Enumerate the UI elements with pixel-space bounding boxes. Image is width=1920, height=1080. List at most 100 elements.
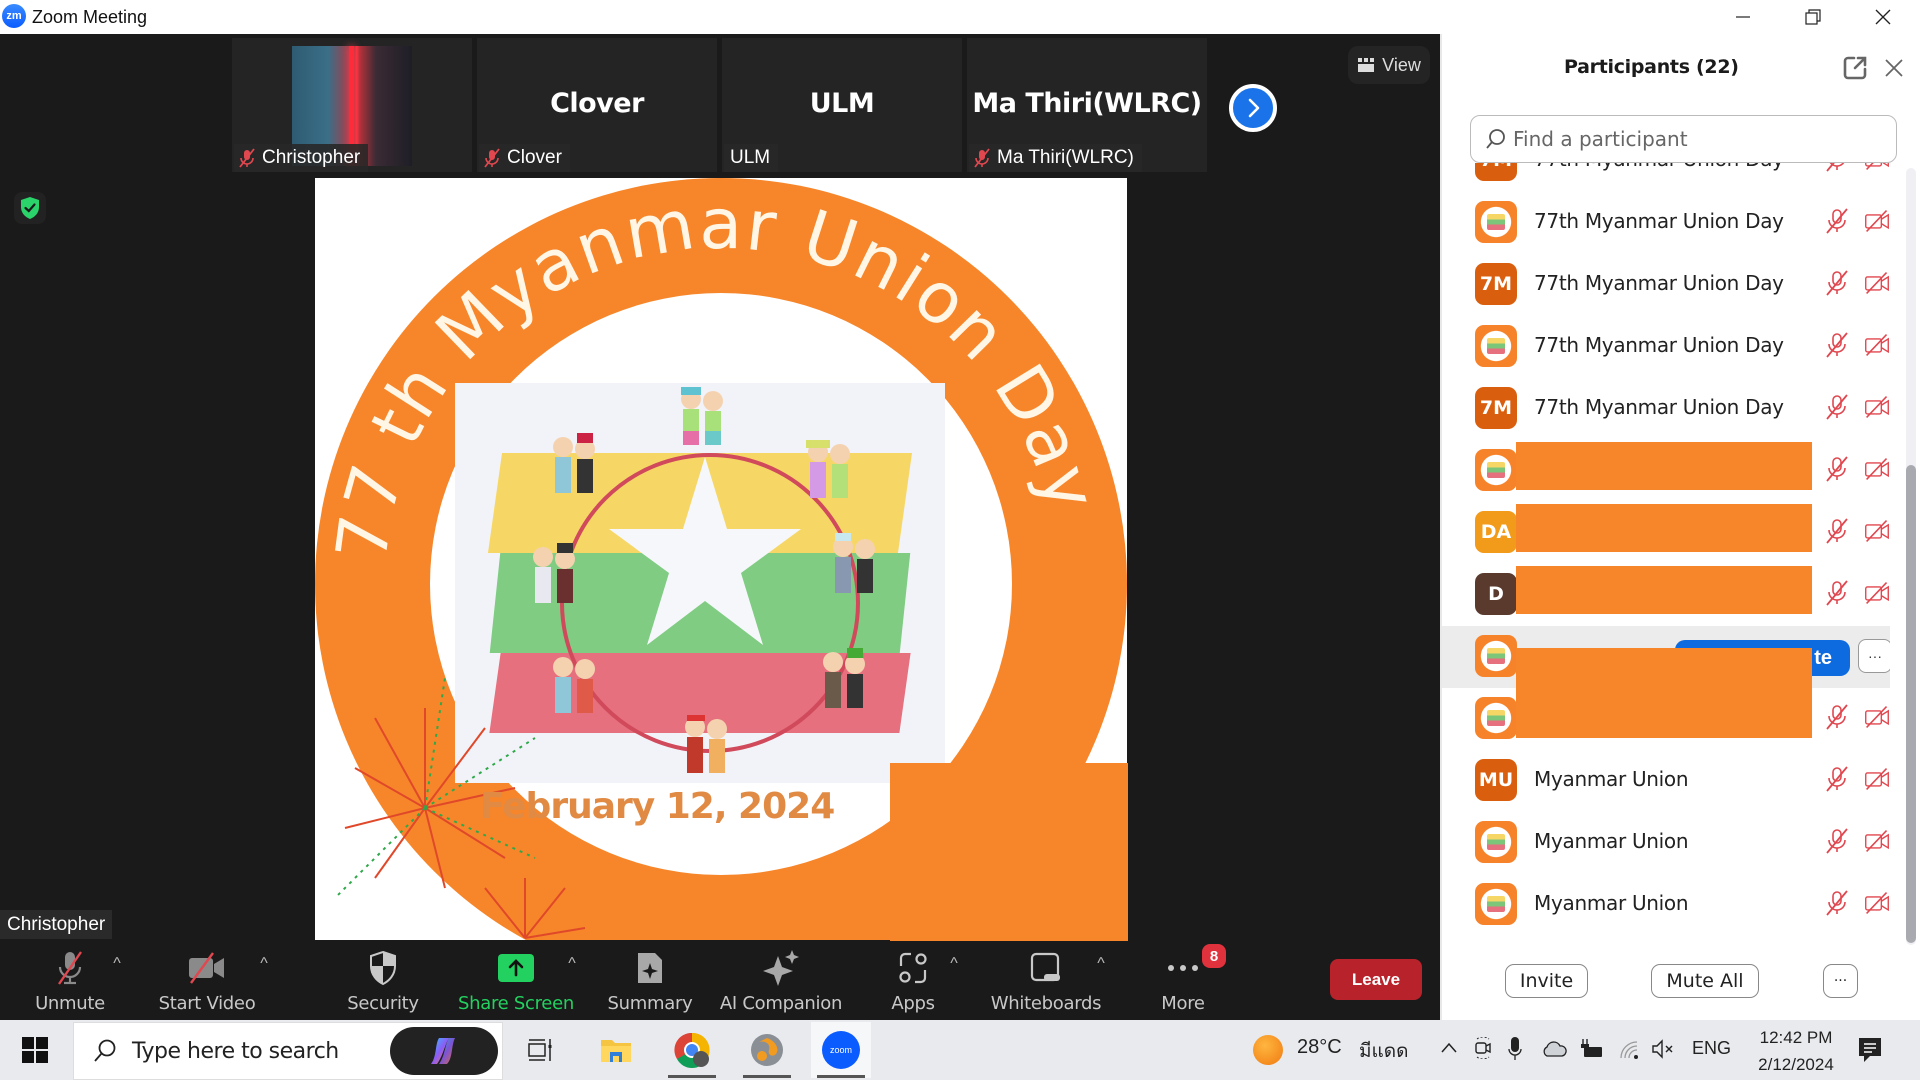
video-tile-clover[interactable]: Clover Clover (477, 38, 717, 172)
next-page-button[interactable] (1229, 84, 1277, 132)
volume-muted-icon[interactable] (1651, 1038, 1675, 1060)
taskbar-globe-app[interactable] (737, 1022, 797, 1078)
share-options-caret[interactable]: ^ (562, 955, 582, 975)
invite-button[interactable]: Invite (1505, 964, 1588, 998)
mic-muted-icon[interactable] (1824, 703, 1850, 731)
participant-row[interactable]: Myanmar Union (1442, 812, 1890, 874)
svg-text:77 th Myanmar Union Day: 77 th Myanmar Union Day (320, 183, 1113, 565)
taskbar-zoom[interactable]: zoom (811, 1022, 871, 1078)
windows-start-icon[interactable] (20, 1035, 50, 1065)
participant-status-icons (1824, 269, 1890, 297)
popout-icon[interactable] (1842, 55, 1868, 81)
participant-search[interactable] (1470, 115, 1897, 163)
encryption-badge[interactable] (14, 192, 46, 224)
mic-muted-icon[interactable] (1824, 765, 1850, 793)
ai-companion-button[interactable]: AI Companion (711, 945, 851, 1020)
video-off-icon[interactable] (1864, 579, 1890, 607)
taskbar-chrome[interactable] (662, 1022, 722, 1078)
whiteboards-options-caret[interactable]: ^ (1091, 955, 1111, 975)
participant-row[interactable] (1442, 688, 1890, 750)
redacted-name (1516, 442, 1812, 490)
onedrive-icon[interactable] (1541, 1040, 1567, 1058)
system-clock[interactable]: 12:42 PM 2/12/2024 (1752, 1024, 1840, 1078)
view-button[interactable]: View (1348, 46, 1430, 84)
mic-muted-icon[interactable] (1824, 579, 1850, 607)
participant-row[interactable]: Myanmar Union (1442, 874, 1890, 936)
copilot-button[interactable] (390, 1027, 498, 1075)
video-off-icon[interactable] (1864, 889, 1890, 917)
mic-muted-icon[interactable] (1824, 393, 1850, 421)
weather-temp[interactable]: 28°C (1297, 1036, 1342, 1059)
participant-name: Myanmar Union (1534, 829, 1689, 853)
mute-all-button[interactable]: Mute All (1651, 964, 1759, 998)
participant-avatar-logo (1475, 697, 1517, 739)
participant-name: Ma Thiri(WLRC) (997, 147, 1134, 168)
participant-row[interactable]: 77th Myanmar Union Day (1442, 316, 1890, 378)
mic-muted-icon[interactable] (1824, 889, 1850, 917)
participant-name: Christopher (262, 147, 361, 168)
mic-muted-icon[interactable] (1824, 827, 1850, 855)
input-language[interactable]: ENG (1692, 1038, 1731, 1059)
more-button[interactable]: More (1113, 945, 1253, 1020)
participant-row[interactable]: DA (1442, 502, 1890, 564)
camera-tray-icon[interactable] (1473, 1037, 1493, 1059)
participant-avatar-logo (1475, 325, 1517, 367)
mic-muted-icon[interactable] (1824, 517, 1850, 545)
participant-row[interactable]: 7M 77th Myanmar Union Day (1442, 254, 1890, 316)
microphone-tray-icon[interactable] (1508, 1036, 1522, 1062)
taskbar-task-view[interactable] (510, 1022, 570, 1078)
battery-charging-icon[interactable] (1578, 1038, 1604, 1058)
participant-row[interactable]: 7M 77th Myanmar Union Day (1442, 163, 1890, 192)
search-input[interactable] (1513, 127, 1873, 151)
scrollbar-thumb[interactable] (1906, 465, 1916, 943)
video-off-icon[interactable] (1864, 765, 1890, 793)
mic-muted-icon[interactable] (1824, 163, 1850, 173)
tile-name-label: ULM (724, 144, 779, 172)
mic-muted-icon[interactable] (1824, 269, 1850, 297)
weather-condition[interactable]: มีแดด (1359, 1036, 1408, 1066)
participant-row[interactable]: D (1442, 564, 1890, 626)
participant-row[interactable]: te ··· (1442, 626, 1890, 696)
panel-more-button[interactable]: ··· (1823, 964, 1858, 998)
tile-display-name: ULM (809, 88, 875, 119)
video-off-icon[interactable] (1864, 703, 1890, 731)
participant-more-button[interactable]: ··· (1858, 639, 1890, 673)
participant-row[interactable]: 7M 77th Myanmar Union Day (1442, 378, 1890, 440)
weather-sun-icon[interactable] (1253, 1035, 1283, 1065)
wifi-icon[interactable] (1617, 1038, 1641, 1060)
participant-row[interactable]: 77th Myanmar Union Day (1442, 192, 1890, 254)
video-off-icon[interactable] (1864, 207, 1890, 235)
video-off-icon[interactable] (1864, 827, 1890, 855)
mic-muted-icon[interactable] (1824, 331, 1850, 359)
mic-muted-icon[interactable] (1824, 455, 1850, 483)
video-tile-christopher[interactable]: Christopher (232, 38, 472, 172)
video-off-icon[interactable] (1864, 269, 1890, 297)
participant-row[interactable]: MU Myanmar Union (1442, 750, 1890, 812)
show-hidden-icons-chevron-icon[interactable] (1440, 1040, 1458, 1056)
audio-options-caret[interactable]: ^ (107, 955, 127, 975)
mic-muted-icon[interactable] (1824, 207, 1850, 235)
video-off-icon[interactable] (1864, 455, 1890, 483)
video-options-caret[interactable]: ^ (254, 955, 274, 975)
video-off-icon[interactable] (1864, 331, 1890, 359)
apps-options-caret[interactable]: ^ (944, 955, 964, 975)
video-tile-ulm[interactable]: ULM ULM (722, 38, 962, 172)
running-indicator (817, 1075, 865, 1078)
close-window-button[interactable] (1860, 0, 1906, 34)
video-off-icon[interactable] (1864, 163, 1890, 173)
sparkle-icon (763, 950, 799, 986)
taskbar-file-explorer[interactable] (586, 1022, 646, 1078)
minimize-button[interactable] (1720, 0, 1766, 34)
video-off-icon[interactable] (1864, 517, 1890, 545)
video-tile-ma-thiri[interactable]: Ma Thiri(WLRC) Ma Thiri(WLRC) (967, 38, 1207, 172)
security-button[interactable]: Security (313, 945, 453, 1020)
close-panel-icon[interactable] (1882, 56, 1906, 80)
video-off-icon[interactable] (1864, 393, 1890, 421)
summary-button[interactable]: Summary (580, 945, 720, 1020)
restore-button[interactable] (1790, 0, 1836, 34)
participant-status-icons (1824, 827, 1890, 855)
leave-button[interactable]: Leave (1330, 959, 1422, 1000)
participant-avatar-logo (1475, 821, 1517, 863)
participant-row[interactable] (1442, 440, 1890, 502)
notifications-icon[interactable] (1856, 1036, 1884, 1064)
